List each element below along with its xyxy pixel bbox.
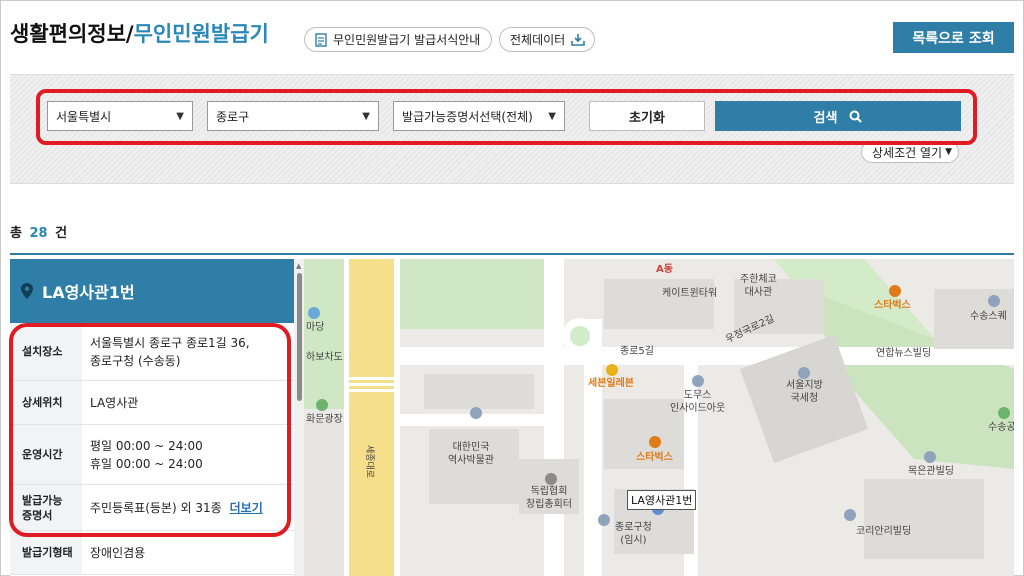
starbucks-icon bbox=[649, 436, 661, 448]
poi-dot bbox=[470, 407, 482, 419]
map-label: 스타벅스 bbox=[874, 300, 911, 311]
map-label-line: 종로구청 bbox=[615, 522, 652, 533]
scrollbar-thumb[interactable] bbox=[297, 273, 302, 401]
map-label-line: 주한체코 bbox=[740, 274, 777, 285]
count-suffix: 건 bbox=[55, 226, 68, 241]
page-title: 생활편의정보/무인민원발급기 bbox=[10, 18, 269, 48]
machine-type-value: 장애인겸용 bbox=[82, 531, 294, 574]
map-label: 하보차도 bbox=[306, 352, 343, 363]
map-label: 케이트윈타워 bbox=[662, 288, 718, 299]
search-highlight-box bbox=[36, 89, 977, 145]
poi-dot bbox=[844, 509, 856, 521]
map-label: 서울지방 국세청 bbox=[786, 379, 823, 405]
map-label-line: 창립총회터 bbox=[526, 499, 572, 510]
map-label: 세종대로 bbox=[364, 444, 375, 479]
map-label-line: 국세청 bbox=[790, 393, 819, 404]
map-pin-icon bbox=[20, 282, 34, 300]
map-label-line: 독립협회 bbox=[530, 486, 568, 497]
map-label: 종로5길 bbox=[620, 346, 654, 357]
poi-dot bbox=[998, 407, 1010, 419]
map-label-line: 역사박물관 bbox=[448, 455, 494, 466]
poi-dot bbox=[924, 451, 936, 463]
map-label: 수송공 bbox=[988, 422, 1014, 433]
map-label-line: (임시) bbox=[620, 535, 647, 546]
map-label: 목은관빌딩 bbox=[908, 466, 954, 477]
result-count: 총 28 건 bbox=[10, 222, 67, 241]
title-main: 생활편의정보 bbox=[10, 22, 126, 46]
machine-type-label: 발급기형태 bbox=[10, 531, 82, 574]
location-name: LA영사관1번 bbox=[42, 283, 135, 302]
count-number: 28 bbox=[29, 226, 48, 241]
map-label-line: 인사이드아웃 bbox=[670, 403, 726, 414]
map-label: 코리안리빌딩 bbox=[856, 526, 912, 537]
map-label: 독립협회 창립총회터 bbox=[526, 485, 572, 511]
starbucks-icon bbox=[889, 285, 901, 297]
map-label: 대한민국 역사박물관 bbox=[448, 441, 494, 467]
all-data-button[interactable]: 전체데이터 bbox=[499, 27, 595, 52]
detail-options-label: 상세조건 열기 bbox=[872, 145, 943, 160]
map-label: 연합뉴스빌딩 bbox=[876, 348, 932, 359]
map-marker-label[interactable]: LA영사관1번 bbox=[627, 490, 697, 510]
map-label-line: 대사관 bbox=[744, 287, 773, 298]
map-label-line: 도무스 bbox=[683, 390, 712, 401]
list-view-button[interactable]: 목록으로 조회 bbox=[893, 22, 1014, 53]
poi-dot bbox=[692, 375, 704, 387]
map-label: 스타벅스 bbox=[636, 452, 673, 463]
map-label: 세븐일레븐 bbox=[588, 378, 634, 389]
result-divider bbox=[10, 253, 1014, 255]
caret-down-icon: ▼ bbox=[945, 147, 952, 157]
map-label: 마당 bbox=[306, 322, 325, 333]
machine-type-text: 장애인겸용 bbox=[90, 545, 146, 560]
map-view[interactable]: A동 케이트윈타워 주한체코 대사관 스타벅스 수송스퀘 종로5길 우정국로2길… bbox=[304, 259, 1014, 576]
scroll-up-icon[interactable]: ▲ bbox=[296, 262, 301, 270]
count-prefix: 총 bbox=[10, 226, 22, 241]
map-label: 주한체코 대사관 bbox=[740, 273, 777, 299]
form-guide-label: 무인민원발급기 발급서식안내 bbox=[333, 33, 481, 47]
poi-dot bbox=[545, 473, 557, 485]
machine-type-row: 발급기형태 장애인겸용 bbox=[10, 531, 294, 575]
title-slash: / bbox=[125, 22, 134, 46]
poi-dot bbox=[308, 307, 320, 319]
poi-dot bbox=[598, 514, 610, 526]
map-label: 종로구청 (임시) bbox=[615, 521, 652, 547]
download-icon bbox=[571, 33, 586, 46]
info-highlight-box bbox=[9, 323, 291, 537]
all-data-label: 전체데이터 bbox=[510, 33, 566, 47]
map-label: 수송스퀘 bbox=[970, 311, 1007, 322]
poi-dot bbox=[988, 295, 1000, 307]
document-icon bbox=[315, 32, 327, 47]
title-sub: 무인민원발급기 bbox=[133, 22, 269, 46]
map-label: A동 bbox=[656, 264, 673, 275]
location-header[interactable]: LA영사관1번 bbox=[10, 259, 294, 323]
map-label: 화문광장 bbox=[306, 414, 343, 425]
poi-dot bbox=[798, 367, 810, 379]
map-label: 도무스 인사이드아웃 bbox=[670, 389, 725, 415]
form-guide-button[interactable]: 무인민원발급기 발급서식안내 bbox=[304, 27, 492, 52]
map-label-line: 서울지방 bbox=[786, 380, 823, 391]
poi-dot bbox=[316, 399, 328, 411]
map-label-line: 대한민국 bbox=[452, 442, 490, 453]
seven-eleven-icon bbox=[606, 364, 618, 376]
